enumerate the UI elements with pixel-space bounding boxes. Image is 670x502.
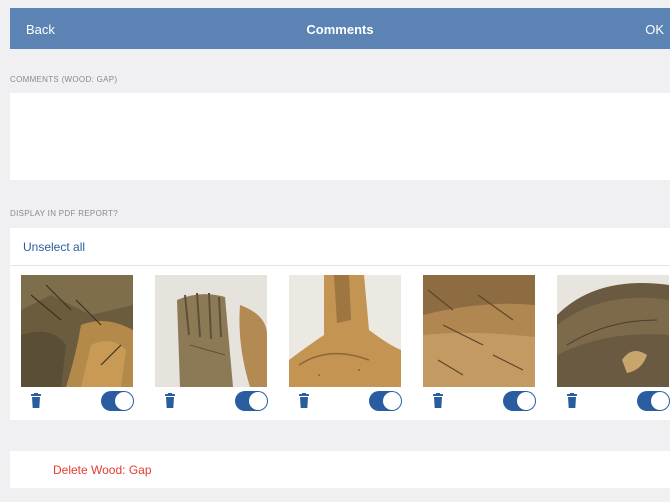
toggle-knob	[517, 392, 535, 410]
page-title: Comments	[306, 22, 374, 37]
trash-icon[interactable]	[30, 393, 42, 409]
toggle-knob	[651, 392, 669, 410]
trash-icon[interactable]	[432, 393, 444, 409]
trash-icon[interactable]	[298, 393, 310, 409]
trash-icon[interactable]	[164, 393, 176, 409]
include-toggle[interactable]	[637, 391, 670, 411]
toggle-knob	[115, 392, 133, 410]
photo-thumbnail[interactable]	[155, 275, 267, 387]
delete-row: Delete Wood: Gap	[10, 451, 670, 488]
unselect-all-button[interactable]: Unselect all	[23, 240, 85, 254]
trash-icon[interactable]	[566, 393, 578, 409]
photo-card	[557, 275, 670, 415]
comments-section-header: COMMENTS (WOOD: GAP)	[10, 75, 118, 84]
photo-card	[155, 275, 268, 415]
photo-card	[423, 275, 536, 415]
photo-card	[21, 275, 134, 415]
comments-field[interactable]	[10, 93, 670, 180]
photo-strip	[10, 266, 670, 420]
ok-button[interactable]: OK	[645, 22, 664, 37]
photo-thumbnail[interactable]	[289, 275, 401, 387]
delete-button[interactable]: Delete Wood: Gap	[53, 463, 152, 477]
toggle-knob	[249, 392, 267, 410]
photo-thumbnail[interactable]	[21, 275, 133, 387]
pdf-section-header: DISPLAY IN PDF REPORT?	[10, 209, 118, 218]
photo-card	[289, 275, 402, 415]
photo-thumbnail[interactable]	[423, 275, 535, 387]
toggle-knob	[383, 392, 401, 410]
include-toggle[interactable]	[235, 391, 268, 411]
include-toggle[interactable]	[503, 391, 536, 411]
nav-bar: Back Comments OK	[10, 8, 670, 49]
include-toggle[interactable]	[369, 391, 402, 411]
include-toggle[interactable]	[101, 391, 134, 411]
photo-thumbnail[interactable]	[557, 275, 669, 387]
unselect-row: Unselect all	[10, 228, 670, 266]
